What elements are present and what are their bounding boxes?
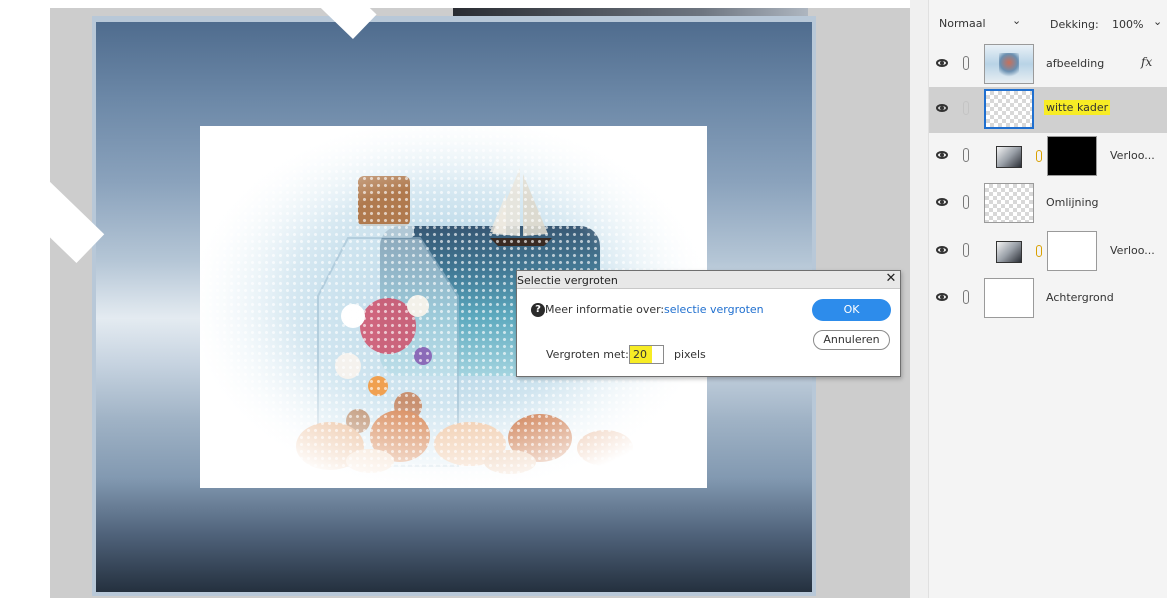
visibility-eye-icon[interactable]	[936, 59, 948, 67]
opacity-label: Dekking:	[1050, 18, 1099, 31]
gradient-adjustment-icon	[996, 241, 1022, 263]
layers-panel: Normaal ⌄ Dekking: 100% ⌄ afbeelding fx …	[928, 0, 1167, 598]
expand-by-label: Vergroten met:	[546, 348, 629, 361]
blend-mode-select[interactable]: Normaal	[939, 17, 986, 30]
help-icon: ?	[531, 303, 545, 317]
fx-icon[interactable]: fx	[1141, 55, 1152, 69]
ok-button[interactable]: OK	[812, 299, 891, 321]
dialog-titlebar[interactable]: Selectie vergroten ✕	[517, 271, 900, 289]
link-icon[interactable]	[963, 195, 969, 209]
opacity-value[interactable]: 100%	[1112, 18, 1143, 31]
layer-row-gradient-2[interactable]: Verloo...	[929, 229, 1167, 275]
layer-name: Achtergrond	[1046, 291, 1114, 304]
layer-row-gradient-1[interactable]: Verloo...	[929, 134, 1167, 180]
gradient-adjustment-icon	[996, 146, 1022, 168]
help-link[interactable]: selectie vergroten	[664, 303, 764, 316]
link-icon[interactable]	[963, 243, 969, 257]
app-window: Selectie vergroten ✕ ? Meer informatie o…	[0, 0, 1167, 598]
link-icon[interactable]	[963, 101, 969, 115]
visibility-eye-icon[interactable]	[936, 151, 948, 159]
layer-name: Omlijning	[1046, 196, 1099, 209]
visibility-eye-icon[interactable]	[936, 246, 948, 254]
layer-name: Verloo...	[1110, 149, 1155, 162]
chevron-down-icon[interactable]: ⌄	[1153, 15, 1162, 28]
layer-row-witte-kader[interactable]: witte kader	[929, 87, 1167, 133]
close-icon[interactable]: ✕	[883, 271, 899, 287]
panel-gutter	[910, 0, 928, 598]
visibility-eye-icon[interactable]	[936, 293, 948, 301]
link-icon[interactable]	[963, 56, 969, 70]
dialog-title: Selectie vergroten	[517, 274, 618, 287]
chevron-down-icon[interactable]: ⌄	[1012, 14, 1021, 27]
layer-row-omlijning[interactable]: Omlijning	[929, 181, 1167, 227]
expand-by-input[interactable]: 20	[629, 345, 664, 364]
expand-by-value[interactable]: 20	[630, 346, 652, 363]
layer-thumbnail	[984, 278, 1034, 318]
layer-mask-thumbnail[interactable]	[1047, 136, 1097, 176]
cancel-button[interactable]: Annuleren	[813, 330, 890, 350]
layer-mask-thumbnail[interactable]	[1047, 231, 1097, 271]
mask-link-icon[interactable]	[1036, 245, 1042, 257]
layer-name: afbeelding	[1046, 57, 1105, 70]
layer-name: witte kader	[1044, 100, 1111, 115]
layer-thumbnail	[984, 89, 1034, 129]
help-label: Meer informatie over:	[545, 303, 665, 316]
layer-name: Verloo...	[1110, 244, 1155, 257]
visibility-eye-icon[interactable]	[936, 104, 948, 112]
layer-row-afbeelding[interactable]: afbeelding fx	[929, 42, 1167, 88]
expand-unit-label: pixels	[674, 348, 706, 361]
mask-link-icon[interactable]	[1036, 150, 1042, 162]
visibility-eye-icon[interactable]	[936, 198, 948, 206]
expand-selection-dialog: Selectie vergroten ✕ ? Meer informatie o…	[516, 270, 901, 377]
link-icon[interactable]	[963, 148, 969, 162]
layer-thumbnail	[984, 44, 1034, 84]
link-icon[interactable]	[963, 290, 969, 304]
layer-thumbnail	[984, 183, 1034, 223]
layer-row-achtergrond[interactable]: Achtergrond	[929, 276, 1167, 322]
